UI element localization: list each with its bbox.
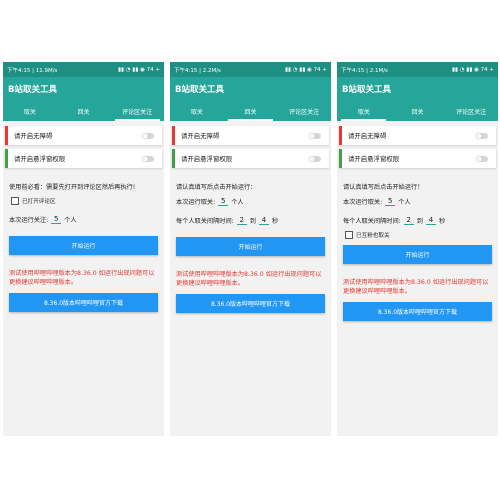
accessibility-toggle[interactable]: [142, 132, 154, 139]
status-icons: ▮▮ ◔ ▮▮ ◉ 74 +: [117, 66, 160, 73]
tab-unfollow[interactable]: 取关: [337, 101, 391, 121]
start-button[interactable]: 开始运行: [343, 245, 492, 264]
app-title: B站取关工具: [337, 77, 498, 101]
overlay-toggle[interactable]: [476, 155, 488, 162]
tab-unfollow[interactable]: 取关: [170, 101, 224, 121]
interval-unit: 秒: [438, 218, 446, 225]
interval-row: 每个人取关间隔时间: 2 到 4 秒: [343, 216, 492, 225]
overlay-permission-label: 请开启悬浮窗权限: [181, 155, 233, 163]
follow-count-row: 本次运行关注: 5 个人: [9, 215, 158, 224]
download-button[interactable]: 8.36.0版本哔哩哔哩官方下载: [176, 294, 325, 313]
interval-label: 每个人取关间隔时间:: [343, 218, 401, 225]
version-warning: 测试使用哔哩哔哩版本为8.36.0 如运行出现问题可以更换建议哔哩哔哩版本。: [343, 279, 489, 295]
accessibility-permission-row[interactable]: 请开启无障碍: [339, 126, 496, 145]
interval-to-label: 到: [249, 218, 256, 225]
start-button[interactable]: 开始运行: [9, 236, 158, 255]
instruction-text: 请认真填写后点击开始运行：: [176, 184, 257, 191]
status-icons: ▮▮ ◔ ▮▮ ◉ 74 +: [451, 66, 494, 73]
phone-screen-follow-back: 下午4:15 | 2.2M/s ▮▮ ◔ ▮▮ ◉ 74 + B站取关工具 取关…: [170, 62, 331, 436]
unfollow-count-row: 本次运行取关: 5 个人: [343, 197, 492, 206]
download-button[interactable]: 8.36.0版本哔哩哔哩官方下载: [343, 302, 492, 321]
tab-bar: 取关 回关 评论区关注: [337, 101, 498, 121]
checkbox-label: 已打开评论区: [22, 199, 56, 205]
overlay-permission-row[interactable]: 请开启悬浮窗权限: [339, 149, 496, 168]
checkbox-box[interactable]: [345, 231, 353, 239]
checkbox-label: 已互粉也取关: [356, 233, 390, 239]
app-title: B站取关工具: [170, 77, 331, 101]
accessibility-toggle[interactable]: [309, 132, 321, 139]
tab-comment-follow[interactable]: 评论区关注: [444, 101, 498, 121]
interval-to-input[interactable]: 4: [258, 216, 269, 225]
tab-unfollow[interactable]: 取关: [3, 101, 57, 121]
follow-count-unit: 个人: [64, 217, 77, 224]
interval-to-label: 到: [416, 218, 423, 225]
download-button[interactable]: 8.36.0版本哔哩哔哩官方下载: [9, 293, 158, 312]
tab-follow-back[interactable]: 回关: [391, 101, 445, 121]
overlay-permission-row[interactable]: 请开启悬浮窗权限: [5, 149, 162, 168]
status-time: 下午4:15 | 2.2M/s: [174, 67, 221, 74]
version-warning: 测试使用哔哩哔哩版本为8.36.0 如运行出现问题可以更换建议哔哩哔哩版本。: [9, 270, 155, 286]
overlay-permission-label: 请开启悬浮窗权限: [14, 155, 66, 163]
status-icons: ▮▮ ◔ ▮▮ ◉ 74 +: [284, 66, 327, 73]
tab-comment-follow[interactable]: 评论区关注: [110, 101, 164, 121]
unfollow-count-label: 本次运行取关:: [176, 199, 216, 206]
unfollow-count-row: 本次运行取关: 5 个人: [176, 197, 325, 206]
app-title: B站取关工具: [3, 77, 164, 101]
mutual-unfollow-checkbox[interactable]: 已互粉也取关: [345, 231, 490, 239]
interval-row: 每个人取关间隔时间: 2 到 4 秒: [176, 216, 325, 225]
overlay-permission-row[interactable]: 请开启悬浮窗权限: [172, 149, 329, 168]
overlay-toggle[interactable]: [309, 155, 321, 162]
accessibility-toggle[interactable]: [476, 132, 488, 139]
unfollow-count-label: 本次运行取关:: [343, 199, 383, 206]
interval-to-input[interactable]: 4: [425, 216, 436, 225]
accessibility-permission-row[interactable]: 请开启无障碍: [172, 126, 329, 145]
overlay-permission-label: 请开启悬浮窗权限: [348, 155, 400, 163]
phone-screen-comment-follow: 下午4:15 | 11.9M/s ▮▮ ◔ ▮▮ ◉ 74 + B站取关工具 取…: [3, 62, 164, 436]
version-warning: 测试使用哔哩哔哩版本为8.36.0 如运行出现问题可以更换建议哔哩哔哩版本。: [176, 271, 322, 287]
instruction-text: 请认真填写后点击开始运行！: [343, 184, 424, 191]
status-time: 下午4:15 | 11.9M/s: [7, 67, 58, 74]
interval-from-input[interactable]: 2: [403, 216, 414, 225]
tab-follow-back[interactable]: 回关: [57, 101, 111, 121]
overlay-toggle[interactable]: [142, 155, 154, 162]
tab-bar: 取关 回关 评论区关注: [170, 101, 331, 121]
unfollow-count-input[interactable]: 5: [218, 197, 229, 206]
unfollow-count-unit: 个人: [398, 199, 411, 206]
follow-count-input[interactable]: 5: [51, 215, 62, 224]
status-bar: 下午4:15 | 11.9M/s ▮▮ ◔ ▮▮ ◉ 74 +: [3, 62, 164, 77]
interval-from-input[interactable]: 2: [236, 216, 247, 225]
follow-count-label: 本次运行关注:: [9, 217, 49, 224]
accessibility-permission-label: 请开启无障碍: [181, 132, 220, 140]
tab-follow-back[interactable]: 回关: [224, 101, 278, 121]
tab-comment-follow[interactable]: 评论区关注: [277, 101, 331, 121]
status-time: 下午4:15 | 2.1M/s: [341, 67, 388, 74]
instruction-text: 使用前必看：需要先打开到评论区然后再执行!: [9, 184, 136, 191]
checkbox-box[interactable]: [11, 197, 19, 205]
tab-bar: 取关 回关 评论区关注: [3, 101, 164, 121]
phone-screen-unfollow: 下午4:15 | 2.1M/s ▮▮ ◔ ▮▮ ◉ 74 + B站取关工具 取关…: [337, 62, 498, 436]
comment-opened-checkbox[interactable]: 已打开评论区: [11, 197, 156, 205]
accessibility-permission-label: 请开启无障碍: [348, 132, 387, 140]
status-bar: 下午4:15 | 2.2M/s ▮▮ ◔ ▮▮ ◉ 74 +: [170, 62, 331, 77]
unfollow-count-unit: 个人: [231, 199, 244, 206]
accessibility-permission-label: 请开启无障碍: [14, 132, 53, 140]
unfollow-count-input[interactable]: 5: [385, 197, 396, 206]
status-bar: 下午4:15 | 2.1M/s ▮▮ ◔ ▮▮ ◉ 74 +: [337, 62, 498, 77]
accessibility-permission-row[interactable]: 请开启无障碍: [5, 126, 162, 145]
interval-label: 每个人取关间隔时间:: [176, 218, 234, 225]
interval-unit: 秒: [271, 218, 279, 225]
start-button[interactable]: 开始运行: [176, 237, 325, 256]
